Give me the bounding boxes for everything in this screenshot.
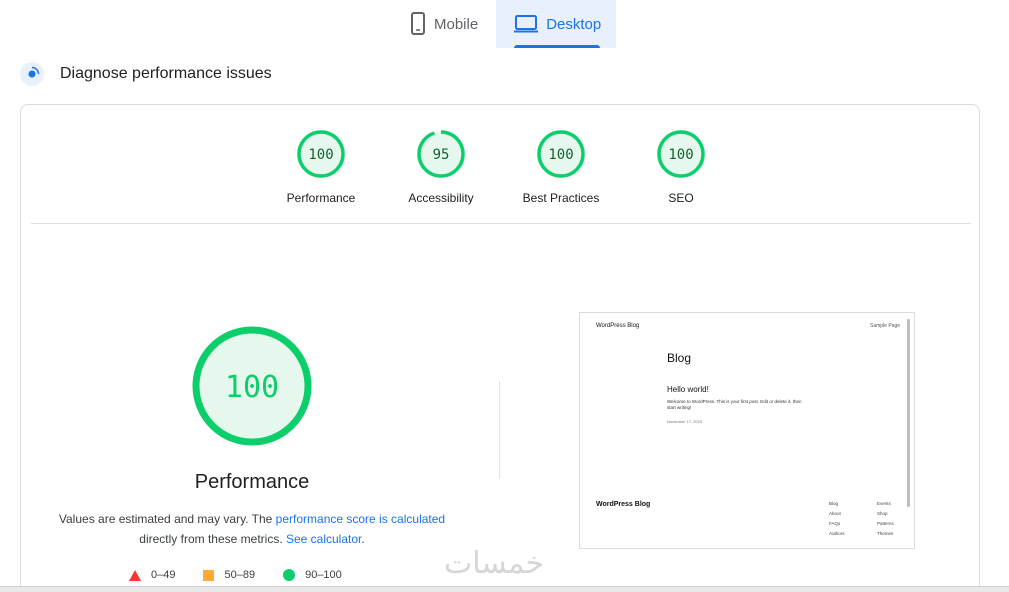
thumb-post-date: November 17, 2023: [667, 419, 703, 424]
legend-label: 90–100: [305, 569, 342, 581]
gauge-performance[interactable]: 100 Performance: [271, 129, 371, 205]
note-text: Values are estimated and may vary. The: [58, 512, 276, 526]
thumb-site-title: WordPress Blog: [596, 323, 640, 329]
diagnose-icon: [20, 62, 44, 86]
thumb-footer-link: FAQs: [829, 521, 841, 526]
report-card: 100 Performance 95 Accessibility 100 Bes…: [20, 104, 980, 592]
gauge-score: 100: [308, 147, 333, 163]
legend-fail: 0–49: [129, 569, 175, 581]
note-text: directly from these metrics.: [139, 532, 286, 546]
gauge-ring: 100: [297, 130, 345, 178]
gauge-ring: 100: [657, 130, 705, 178]
thumb-post-excerpt: Welcome to WordPress. This is your first…: [667, 399, 802, 410]
gauge-label: Best Practices: [522, 191, 600, 205]
thumb-footer-link: Authors: [829, 531, 845, 536]
device-tabs: Mobile Desktop: [392, 0, 617, 48]
vertical-divider: [499, 381, 500, 479]
circle-icon: [283, 569, 296, 581]
gauge-score: 95: [433, 147, 450, 163]
square-icon: [203, 569, 215, 581]
performance-title: Performance: [194, 471, 310, 493]
tab-mobile[interactable]: Mobile: [392, 0, 496, 48]
category-gauges: 100 Performance 95 Accessibility 100 Bes…: [21, 129, 979, 209]
gauge-label: SEO: [668, 191, 694, 205]
tab-mobile-label: Mobile: [434, 15, 479, 33]
thumb-footer-link: Blog: [829, 501, 839, 506]
legend-label: 50–89: [224, 569, 256, 581]
thumb-footer-title: WordPress Blog: [596, 501, 651, 508]
gauge-accessibility[interactable]: 95 Accessibility: [391, 129, 491, 205]
thumb-footer-link: Shop: [877, 511, 888, 516]
divider: [31, 223, 971, 224]
thumb-footer-links: Blog Events About Shop FAQs Patterns Aut…: [829, 501, 907, 536]
thumb-footer-link: Events: [877, 501, 891, 506]
note-text: .: [361, 532, 365, 546]
performance-score-gauge: 100: [192, 326, 312, 446]
gauge-best-practices[interactable]: 100 Best Practices: [511, 129, 611, 205]
legend-label: 0–49: [151, 569, 176, 581]
triangle-icon: [129, 569, 141, 581]
legend-average: 50–89: [203, 569, 255, 581]
see-calculator-link[interactable]: See calculator: [286, 532, 361, 546]
thumb-footer-link: About: [829, 511, 841, 516]
gauge-seo[interactable]: 100 SEO: [631, 129, 731, 205]
performance-score-link[interactable]: performance score is calculated: [276, 512, 445, 526]
diagnose-header: Diagnose performance issues: [20, 62, 272, 86]
thumb-heading: Blog: [667, 351, 692, 365]
thumb-post-title: Hello world!: [667, 385, 709, 394]
gauge-score: 100: [668, 147, 693, 163]
tab-desktop-label: Desktop: [546, 15, 602, 33]
gauge-ring: 95: [417, 130, 465, 178]
bottom-bar: [0, 586, 1009, 592]
score-note: Values are estimated and may vary. The p…: [51, 509, 453, 549]
thumb-footer-link: Themes: [877, 531, 894, 536]
final-screenshot-thumbnail[interactable]: WordPress Blog Sample Page Blog Hello wo…: [579, 312, 915, 549]
tab-desktop[interactable]: Desktop: [496, 0, 617, 48]
watermark: خمسات: [444, 546, 545, 581]
gauge-ring: 100: [537, 130, 585, 178]
diagnose-title: Diagnose performance issues: [60, 65, 272, 82]
thumb-footer-link: Patterns: [877, 521, 894, 526]
thumb-sample-page: Sample Page: [870, 323, 901, 329]
thumb-scrollbar: [907, 319, 910, 507]
desktop-monitor-icon: [514, 15, 539, 33]
legend-pass: 90–100: [283, 569, 342, 581]
gauge-label: Accessibility: [408, 191, 474, 205]
gauge-score: 100: [548, 147, 573, 163]
gauge-label: Performance: [286, 191, 356, 205]
performance-score: 100: [225, 370, 279, 405]
mobile-phone-icon: [410, 12, 426, 36]
score-legend: 0–49 50–89 90–100: [129, 569, 370, 581]
